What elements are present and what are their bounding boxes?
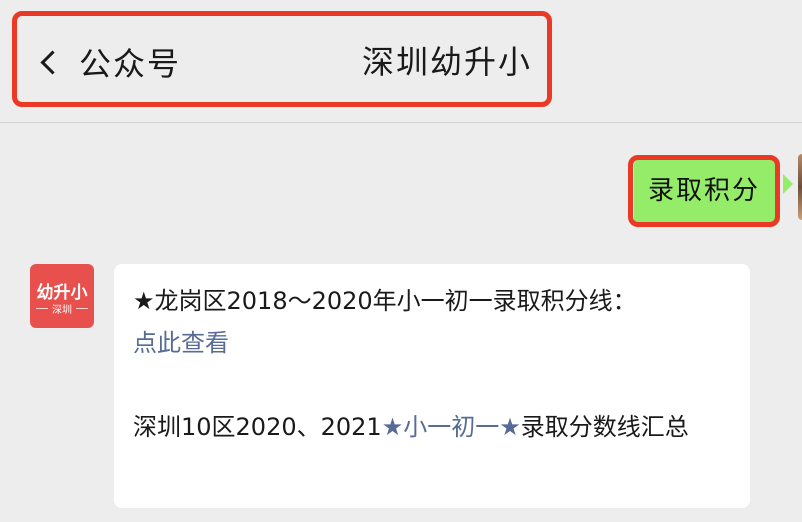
avatar-divider-right	[76, 308, 88, 309]
user-avatar[interactable]	[798, 154, 802, 220]
user-bubble-tail	[783, 174, 793, 194]
avatar-logo-text: 幼升小	[36, 283, 88, 303]
reply-line-2-suffix: 录取分数线汇总	[520, 413, 689, 441]
header-highlight-box	[12, 11, 552, 107]
view-link[interactable]: 点此查看	[133, 329, 229, 357]
star-icon: ★	[381, 413, 404, 441]
reply-line-1: ★龙岗区2018～2020年小一初一录取积分线：	[133, 280, 733, 322]
primary-junior-link[interactable]: 小一初一	[403, 413, 499, 441]
reply-line-1-text: 龙岗区2018～2020年小一初一录取积分线：	[154, 287, 637, 315]
official-account-avatar[interactable]: 幼升小 深圳	[30, 264, 94, 328]
user-highlight-box	[628, 155, 780, 227]
reply-message: ★龙岗区2018～2020年小一初一录取积分线： 点此查看 深圳10区2020、…	[133, 280, 733, 448]
reply-line-2: 深圳10区2020、2021★小一初一★录取分数线汇总	[133, 406, 733, 448]
star-icon: ★	[133, 287, 155, 315]
reply-line-2-prefix: 深圳10区2020、2021	[133, 413, 382, 441]
reply-line-1-link-row: 点此查看	[133, 322, 733, 364]
star-icon: ★	[499, 413, 521, 441]
